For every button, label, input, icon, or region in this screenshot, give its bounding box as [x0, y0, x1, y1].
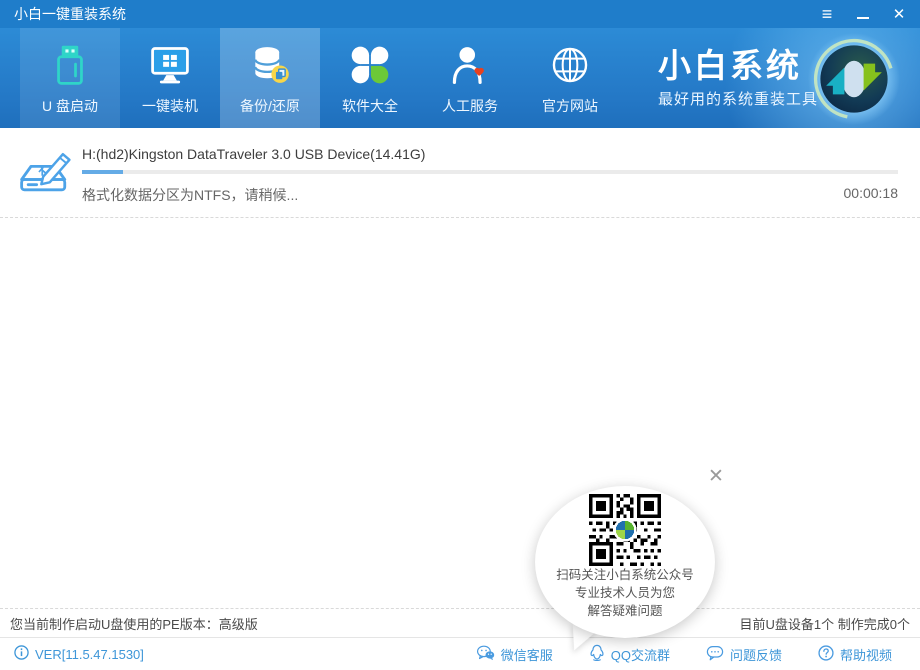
tab-label: U 盘启动: [42, 96, 98, 116]
progress-section: H:(hd2)Kingston DataTraveler 3.0 USB Dev…: [0, 128, 920, 218]
tab-support[interactable]: 人工服务: [420, 28, 520, 128]
brand-title: 小白系统: [658, 47, 818, 85]
qr-caption-line: 解答疑难问题: [587, 602, 662, 620]
app-window: 小白一键重装系统 ≡ ✕ U 盘启动: [0, 0, 920, 670]
version-info[interactable]: VER[11.5.47.1530]: [14, 645, 144, 663]
tab-software[interactable]: 软件大全: [320, 28, 420, 128]
qr-caption-line: 专业技术人员为您: [575, 584, 675, 602]
globe-icon: [546, 41, 594, 89]
tab-label: 一键装机: [142, 96, 198, 116]
elapsed-timer: 00:00:18: [844, 185, 899, 201]
footer-link-label: QQ交流群: [611, 645, 670, 664]
tab-label: 软件大全: [342, 96, 398, 116]
pe-version-text: 您当前制作启动U盘使用的PE版本：高级版: [10, 614, 258, 633]
footer-links: 微信客服 QQ交流群: [476, 644, 892, 665]
usb-count-text: 目前U盘设备1个 制作完成0个: [740, 614, 910, 633]
tab-label: 人工服务: [442, 96, 498, 116]
footer-bar: VER[11.5.47.1530] 微信客服: [0, 637, 920, 670]
nav-bar: U 盘启动 一键装机: [0, 28, 920, 128]
wechat-icon: [476, 645, 495, 664]
tab-website[interactable]: 官方网站: [520, 28, 620, 128]
tab-usb-boot[interactable]: U 盘启动: [20, 28, 120, 128]
menu-button[interactable]: ≡: [818, 5, 836, 23]
usb-drive-icon: [46, 41, 94, 89]
window-title: 小白一键重装系统: [14, 4, 126, 24]
footer-link-label: 帮助视频: [840, 645, 892, 664]
progress-fill: [82, 170, 123, 174]
footer-link-label: 问题反馈: [730, 645, 782, 664]
close-icon: ✕: [893, 7, 906, 22]
progress-status-text: 格式化数据分区为NTFS，请稍候...: [82, 185, 298, 205]
usb-writing-icon: [16, 141, 76, 203]
brand: 小白系统 最好用的系统重装工具: [658, 28, 818, 128]
info-icon: [14, 645, 29, 663]
qq-group-link[interactable]: QQ交流群: [589, 644, 670, 665]
tab-label: 官方网站: [542, 96, 598, 116]
tab-label: 备份/还原: [240, 96, 300, 116]
help-question-icon: [818, 645, 834, 664]
database-backup-icon: [246, 41, 294, 89]
qr-code: [589, 494, 661, 566]
monitor-icon: [146, 41, 194, 89]
person-heart-icon: [446, 41, 494, 89]
tab-one-click-install[interactable]: 一键装机: [120, 28, 220, 128]
qr-caption-line: 扫码关注小白系统公众号: [556, 566, 694, 584]
minimize-button[interactable]: [854, 5, 872, 23]
help-video-link[interactable]: 帮助视频: [818, 645, 892, 664]
version-label: VER[11.5.47.1530]: [35, 647, 144, 662]
brand-subtitle: 最好用的系统重装工具: [658, 88, 818, 109]
progress-bar: [82, 170, 898, 174]
feedback-link[interactable]: 问题反馈: [706, 645, 782, 664]
window-controls: ≡ ✕: [818, 5, 908, 23]
device-name: H:(hd2)Kingston DataTraveler 3.0 USB Dev…: [82, 146, 425, 162]
titlebar: 小白一键重装系统 ≡ ✕: [0, 0, 920, 28]
tab-backup-restore[interactable]: 备份/还原: [220, 28, 320, 128]
qr-popup: 扫码关注小白系统公众号 专业技术人员为您 解答疑难问题: [535, 486, 715, 638]
footer-link-label: 微信客服: [501, 645, 553, 664]
brand-logo-icon: [806, 31, 902, 127]
close-button[interactable]: ✕: [890, 5, 908, 23]
wechat-support-link[interactable]: 微信客服: [476, 645, 553, 664]
feedback-bubble-icon: [706, 645, 724, 664]
status-bar: 您当前制作启动U盘使用的PE版本：高级版 目前U盘设备1个 制作完成0个: [0, 608, 920, 637]
qr-popup-close-button[interactable]: ✕: [708, 467, 724, 486]
minimize-icon: [857, 17, 869, 19]
main-content: [0, 218, 920, 608]
apps-clover-icon: [346, 41, 394, 89]
hamburger-icon: ≡: [822, 5, 833, 23]
